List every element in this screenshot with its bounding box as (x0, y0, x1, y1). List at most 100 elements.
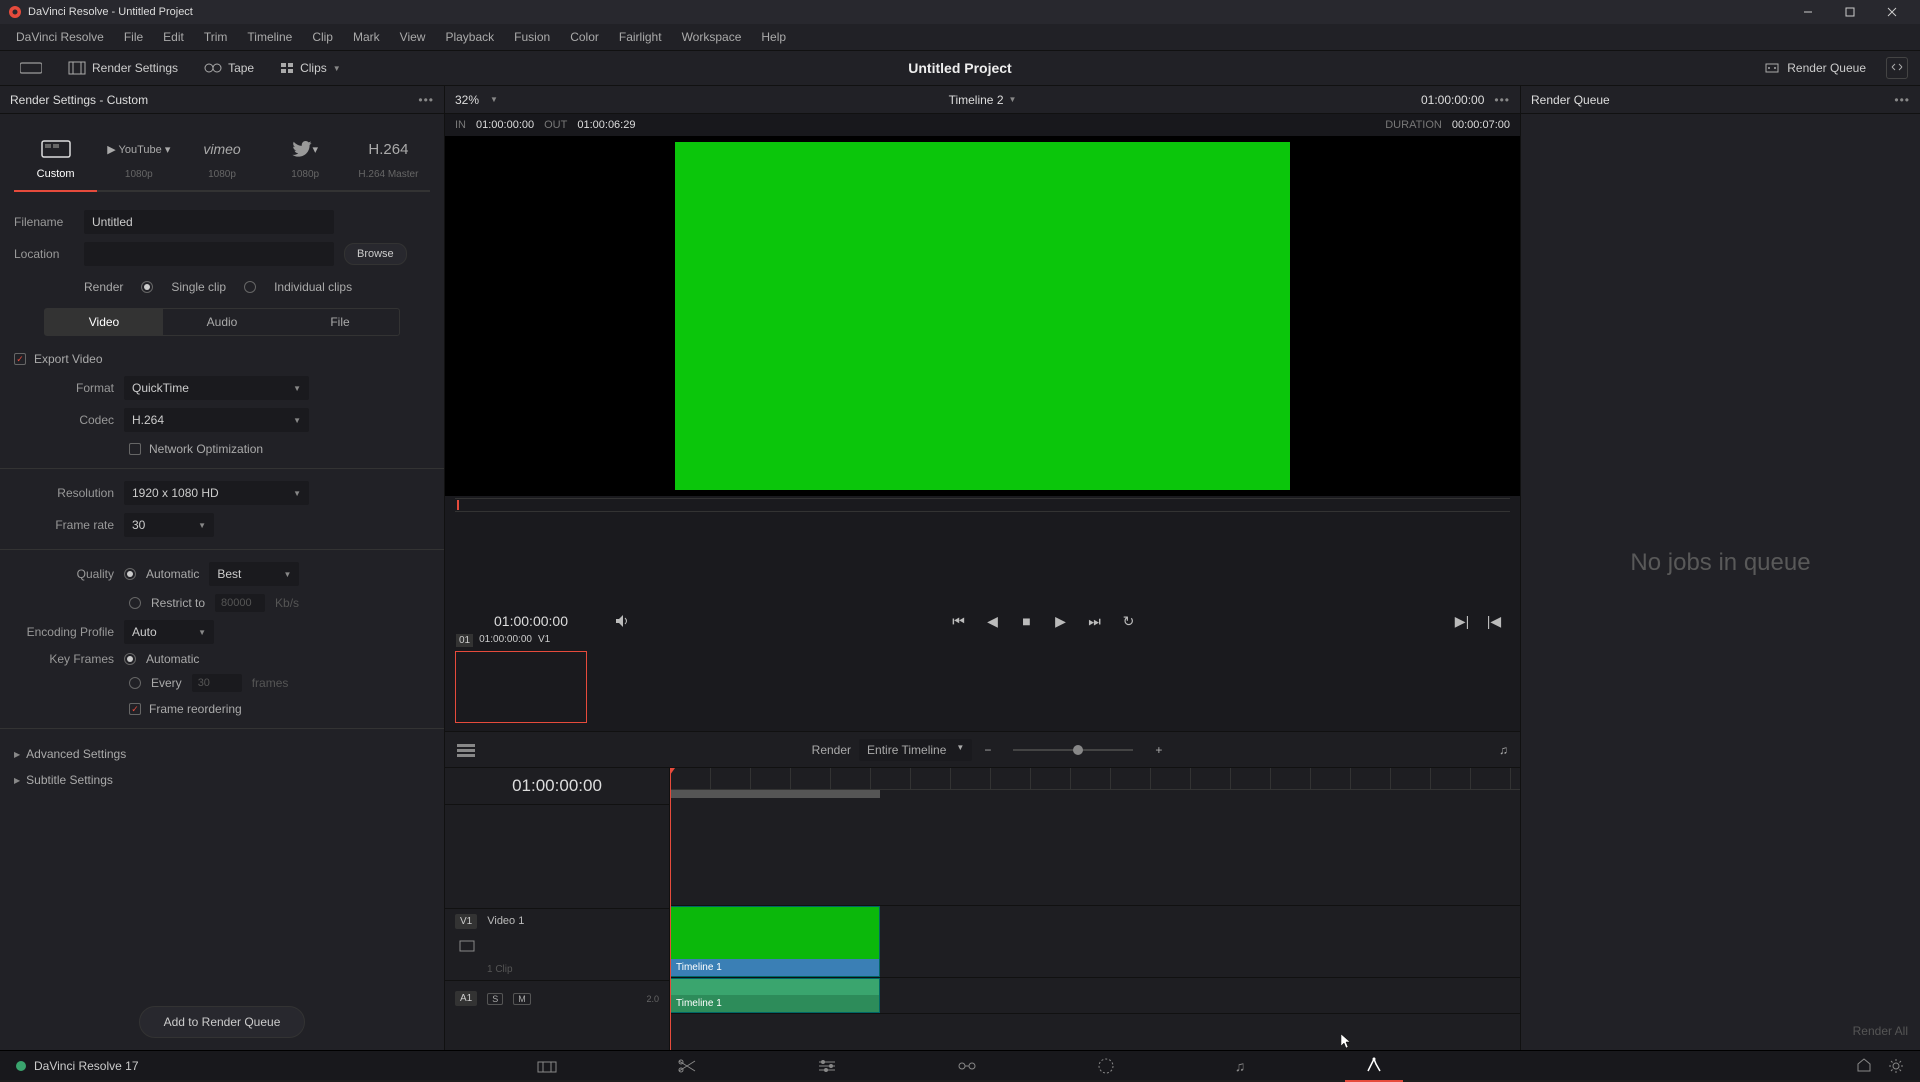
codec-select[interactable]: H.264▼ (124, 408, 309, 432)
menu-trim[interactable]: Trim (194, 26, 238, 48)
filename-input[interactable] (84, 210, 334, 234)
prev-clip-icon[interactable]: |◀ (1484, 613, 1504, 630)
page-fairlight[interactable]: ♫ (1215, 1052, 1266, 1080)
stop-icon[interactable]: ■ (1017, 613, 1037, 630)
menu-fairlight[interactable]: Fairlight (609, 26, 672, 48)
export-video-check[interactable] (14, 353, 26, 365)
quality-auto-radio[interactable] (124, 568, 136, 580)
render-settings-menu-icon[interactable]: ••• (418, 93, 434, 107)
volume-icon[interactable] (615, 614, 635, 628)
zoom-out-icon[interactable]: − (984, 743, 991, 757)
tab-audio[interactable]: Audio (163, 309, 281, 335)
menu-playback[interactable]: Playback (435, 26, 504, 48)
key-every-radio[interactable] (129, 677, 141, 689)
close-button[interactable] (1872, 0, 1912, 24)
preset-twitter[interactable]: ▾ 1080p (264, 135, 347, 186)
page-edit[interactable] (797, 1053, 857, 1079)
viewer-menu-icon[interactable]: ••• (1494, 93, 1510, 107)
restrict-kbps-input[interactable] (215, 594, 265, 612)
minimize-button[interactable] (1788, 0, 1828, 24)
page-cut[interactable] (657, 1053, 717, 1079)
track-head-v1[interactable]: V1 Video 1 1 Clip (445, 908, 669, 980)
viewer-playhead[interactable] (457, 500, 459, 510)
key-auto-radio[interactable] (124, 653, 136, 665)
network-opt-check[interactable] (129, 443, 141, 455)
viewer-scrub-track[interactable] (455, 498, 1510, 512)
frame-rate-select[interactable]: 30▼ (124, 513, 214, 537)
location-input[interactable] (84, 242, 334, 266)
page-fusion[interactable] (937, 1053, 997, 1079)
menu-mark[interactable]: Mark (343, 26, 390, 48)
advanced-settings-expand[interactable]: ▶ Advanced Settings (14, 741, 430, 767)
menu-edit[interactable]: Edit (153, 26, 194, 48)
track-head-a1[interactable]: A1 S M 2.0 (445, 980, 669, 1016)
toolbar-clips[interactable]: Clips ▼ (272, 57, 349, 79)
preset-youtube[interactable]: ▶ YouTube ▾ 1080p (97, 135, 180, 186)
tab-file[interactable]: File (281, 309, 399, 335)
subtitle-settings-expand[interactable]: ▶ Subtitle Settings (14, 767, 430, 793)
timeline-zoom-slider[interactable] (1013, 749, 1133, 751)
zoom-chevron-icon[interactable]: ▼ (490, 95, 498, 104)
viewer-canvas[interactable] (445, 136, 1520, 496)
render-queue-menu-icon[interactable]: ••• (1894, 93, 1910, 107)
preset-vimeo[interactable]: vimeo 1080p (180, 135, 263, 186)
resolution-select[interactable]: 1920 x 1080 HD▼ (124, 481, 309, 505)
menu-color[interactable]: Color (560, 26, 609, 48)
timeline-range-bar[interactable] (670, 790, 880, 798)
viewer-zoom[interactable]: 32% (455, 93, 479, 107)
audio-meter-icon[interactable]: ♫ (1499, 743, 1508, 757)
toolbar-expand-icon[interactable] (1886, 57, 1908, 79)
toolbar-render-settings[interactable]: Render Settings (60, 57, 186, 79)
format-select[interactable]: QuickTime▼ (124, 376, 309, 400)
step-forward-icon[interactable]: ⏭ (1085, 613, 1105, 630)
play-icon[interactable]: ▶ (1051, 613, 1071, 630)
timeline-playhead[interactable] (670, 768, 671, 1050)
encoding-profile-select[interactable]: Auto▼ (124, 620, 214, 644)
menu-file[interactable]: File (114, 26, 153, 48)
page-media[interactable] (517, 1053, 577, 1079)
timeline-chevron-icon[interactable]: ▼ (1009, 95, 1017, 104)
key-every-input[interactable] (192, 674, 242, 692)
menu-clip[interactable]: Clip (302, 26, 343, 48)
timeline-view-icon[interactable] (457, 743, 475, 757)
quality-best-select[interactable]: Best▼ (209, 562, 299, 586)
single-clip-radio[interactable] (141, 281, 153, 293)
browse-button[interactable]: Browse (344, 243, 407, 265)
tab-video[interactable]: Video (45, 309, 163, 335)
track-frame-icon[interactable] (459, 940, 475, 952)
timeline-ruler[interactable] (670, 768, 1520, 790)
zoom-in-icon[interactable]: + (1155, 743, 1162, 757)
viewer-timeline-name[interactable]: Timeline 2 (949, 93, 1004, 107)
toolbar-media-icon[interactable] (12, 57, 50, 79)
audio-clip[interactable]: Timeline 1 (670, 978, 880, 1013)
preset-h264[interactable]: H.264 H.264 Master (347, 135, 430, 186)
page-deliver[interactable] (1345, 1050, 1403, 1082)
render-scope-select[interactable]: Entire Timeline▼ (859, 739, 972, 761)
page-color[interactable] (1077, 1051, 1135, 1081)
add-to-render-queue-button[interactable]: Add to Render Queue (139, 1006, 306, 1038)
menu-davinci[interactable]: DaVinci Resolve (6, 26, 114, 48)
individual-clips-radio[interactable] (244, 281, 256, 293)
toolbar-tape[interactable]: Tape (196, 57, 262, 79)
preset-custom[interactable]: Custom (14, 134, 97, 186)
a1-mute-button[interactable]: M (513, 993, 531, 1005)
quality-restrict-radio[interactable] (129, 597, 141, 609)
menu-help[interactable]: Help (751, 26, 796, 48)
gear-icon[interactable] (1888, 1058, 1904, 1074)
a1-solo-button[interactable]: S (487, 993, 503, 1005)
menu-workspace[interactable]: Workspace (672, 26, 752, 48)
clip-thumbnail[interactable]: 01 01:00:00:00 V1 (455, 651, 587, 723)
toolbar-render-queue[interactable]: Render Queue (1755, 57, 1874, 79)
maximize-button[interactable] (1830, 0, 1870, 24)
render-all-button[interactable]: Render All (1853, 1024, 1908, 1038)
home-icon[interactable] (1856, 1058, 1872, 1074)
loop-icon[interactable]: ↻ (1119, 613, 1139, 630)
menu-timeline[interactable]: Timeline (237, 26, 302, 48)
video-clip[interactable]: Timeline 1 (670, 906, 880, 977)
menu-view[interactable]: View (390, 26, 436, 48)
menu-fusion[interactable]: Fusion (504, 26, 560, 48)
frame-reordering-check[interactable] (129, 703, 141, 715)
go-start-icon[interactable]: ⏮ (949, 613, 969, 630)
next-clip-icon[interactable]: ▶| (1452, 613, 1472, 630)
step-back-icon[interactable]: ◀ (983, 613, 1003, 630)
